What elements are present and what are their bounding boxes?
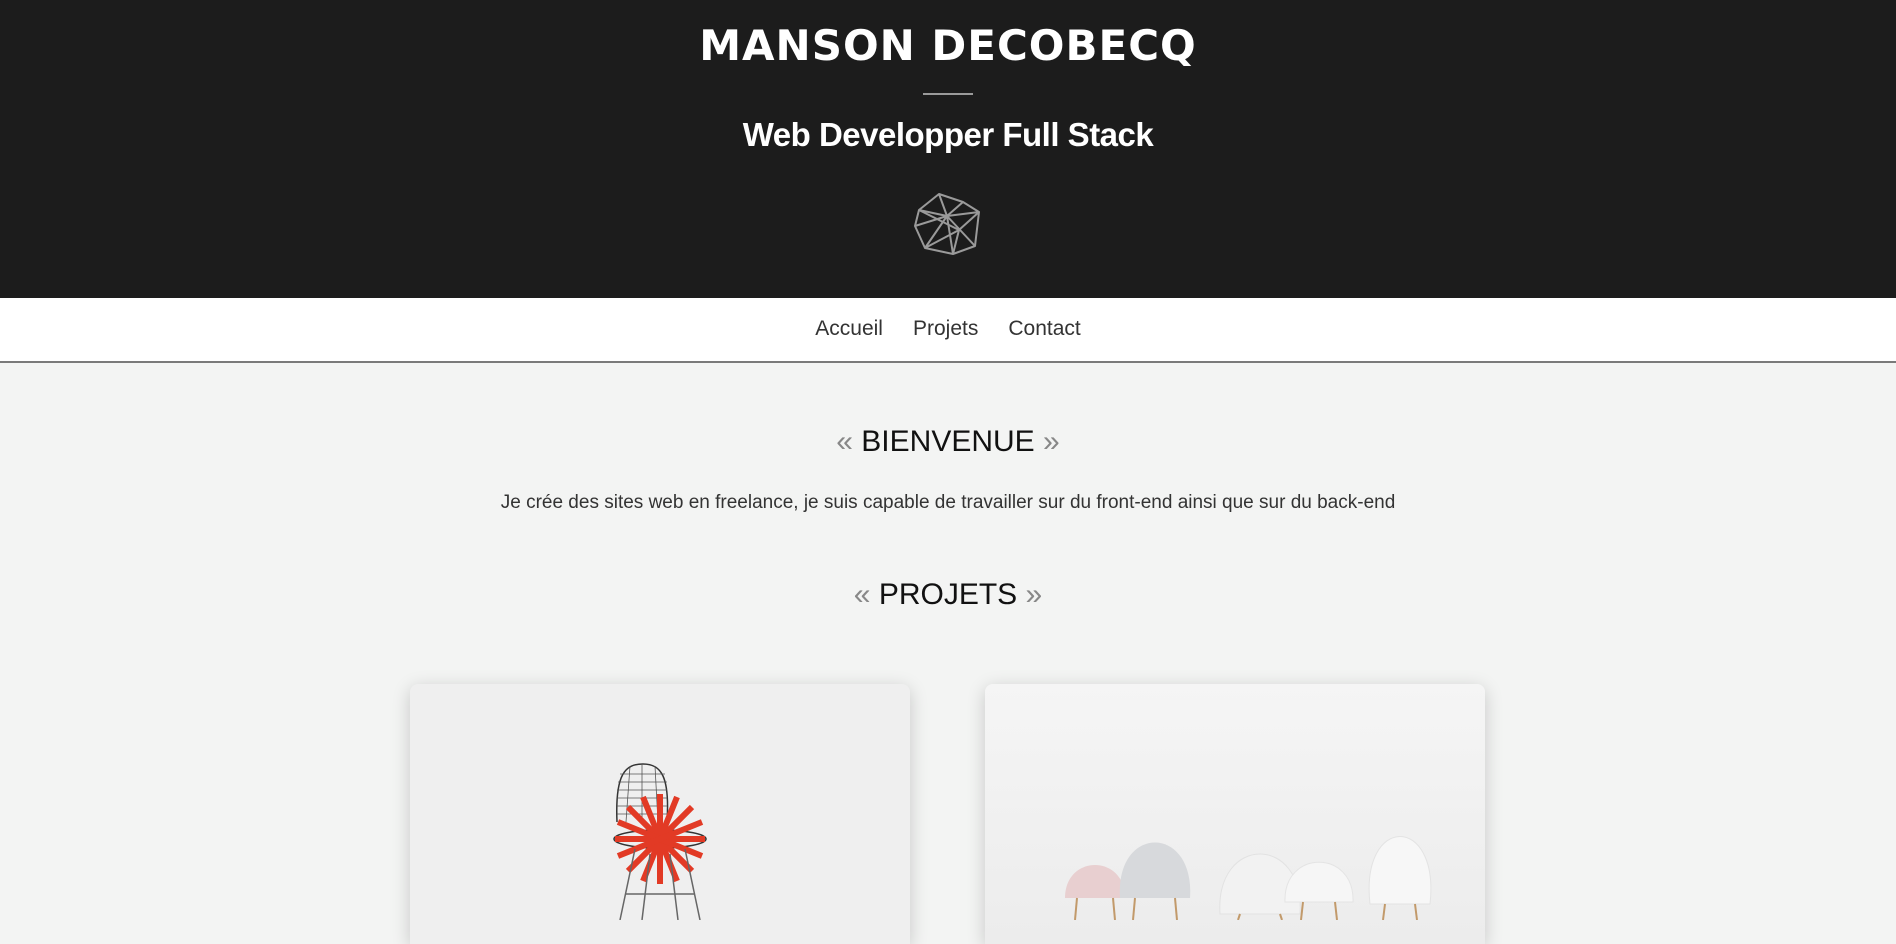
welcome-heading-text: BIENVENUE [861, 425, 1035, 458]
nav-item-accueil: Accueil [815, 317, 883, 341]
geometric-logo-icon [914, 193, 980, 255]
welcome-heading: « BIENVENUE » [0, 425, 1896, 459]
close-quote: » [1043, 425, 1060, 458]
open-quote: « [836, 425, 853, 458]
nav-item-contact: Contact [1008, 317, 1080, 341]
nav-link-contact[interactable]: Contact [1008, 317, 1080, 340]
chair-image [613, 763, 707, 920]
hero-header: MANSON DECOBECQ Web Developper Full Stac… [0, 0, 1896, 298]
projects-heading: « PROJETS » [0, 578, 1896, 612]
main-nav: Accueil Projets Contact [0, 298, 1896, 363]
project-card-lamps[interactable] [985, 684, 1485, 944]
nav-link-projets[interactable]: Projets [913, 317, 978, 340]
intro-text: Je crée des sites web en freelance, je s… [500, 492, 1396, 513]
projects-heading-text: PROJETS [878, 578, 1018, 611]
close-quote: » [1025, 578, 1043, 611]
nav-item-projets: Projets [913, 317, 978, 341]
nav-link-accueil[interactable]: Accueil [815, 317, 883, 340]
open-quote: « [853, 578, 871, 611]
project-card-chair[interactable] [410, 684, 910, 944]
site-subtitle: Web Developper Full Stack [742, 116, 1154, 153]
title-divider [923, 93, 973, 95]
site-title: MANSON DECOBECQ [699, 21, 1197, 70]
nav-list: Accueil Projets Contact [815, 317, 1080, 341]
lamps-image [1065, 836, 1432, 920]
